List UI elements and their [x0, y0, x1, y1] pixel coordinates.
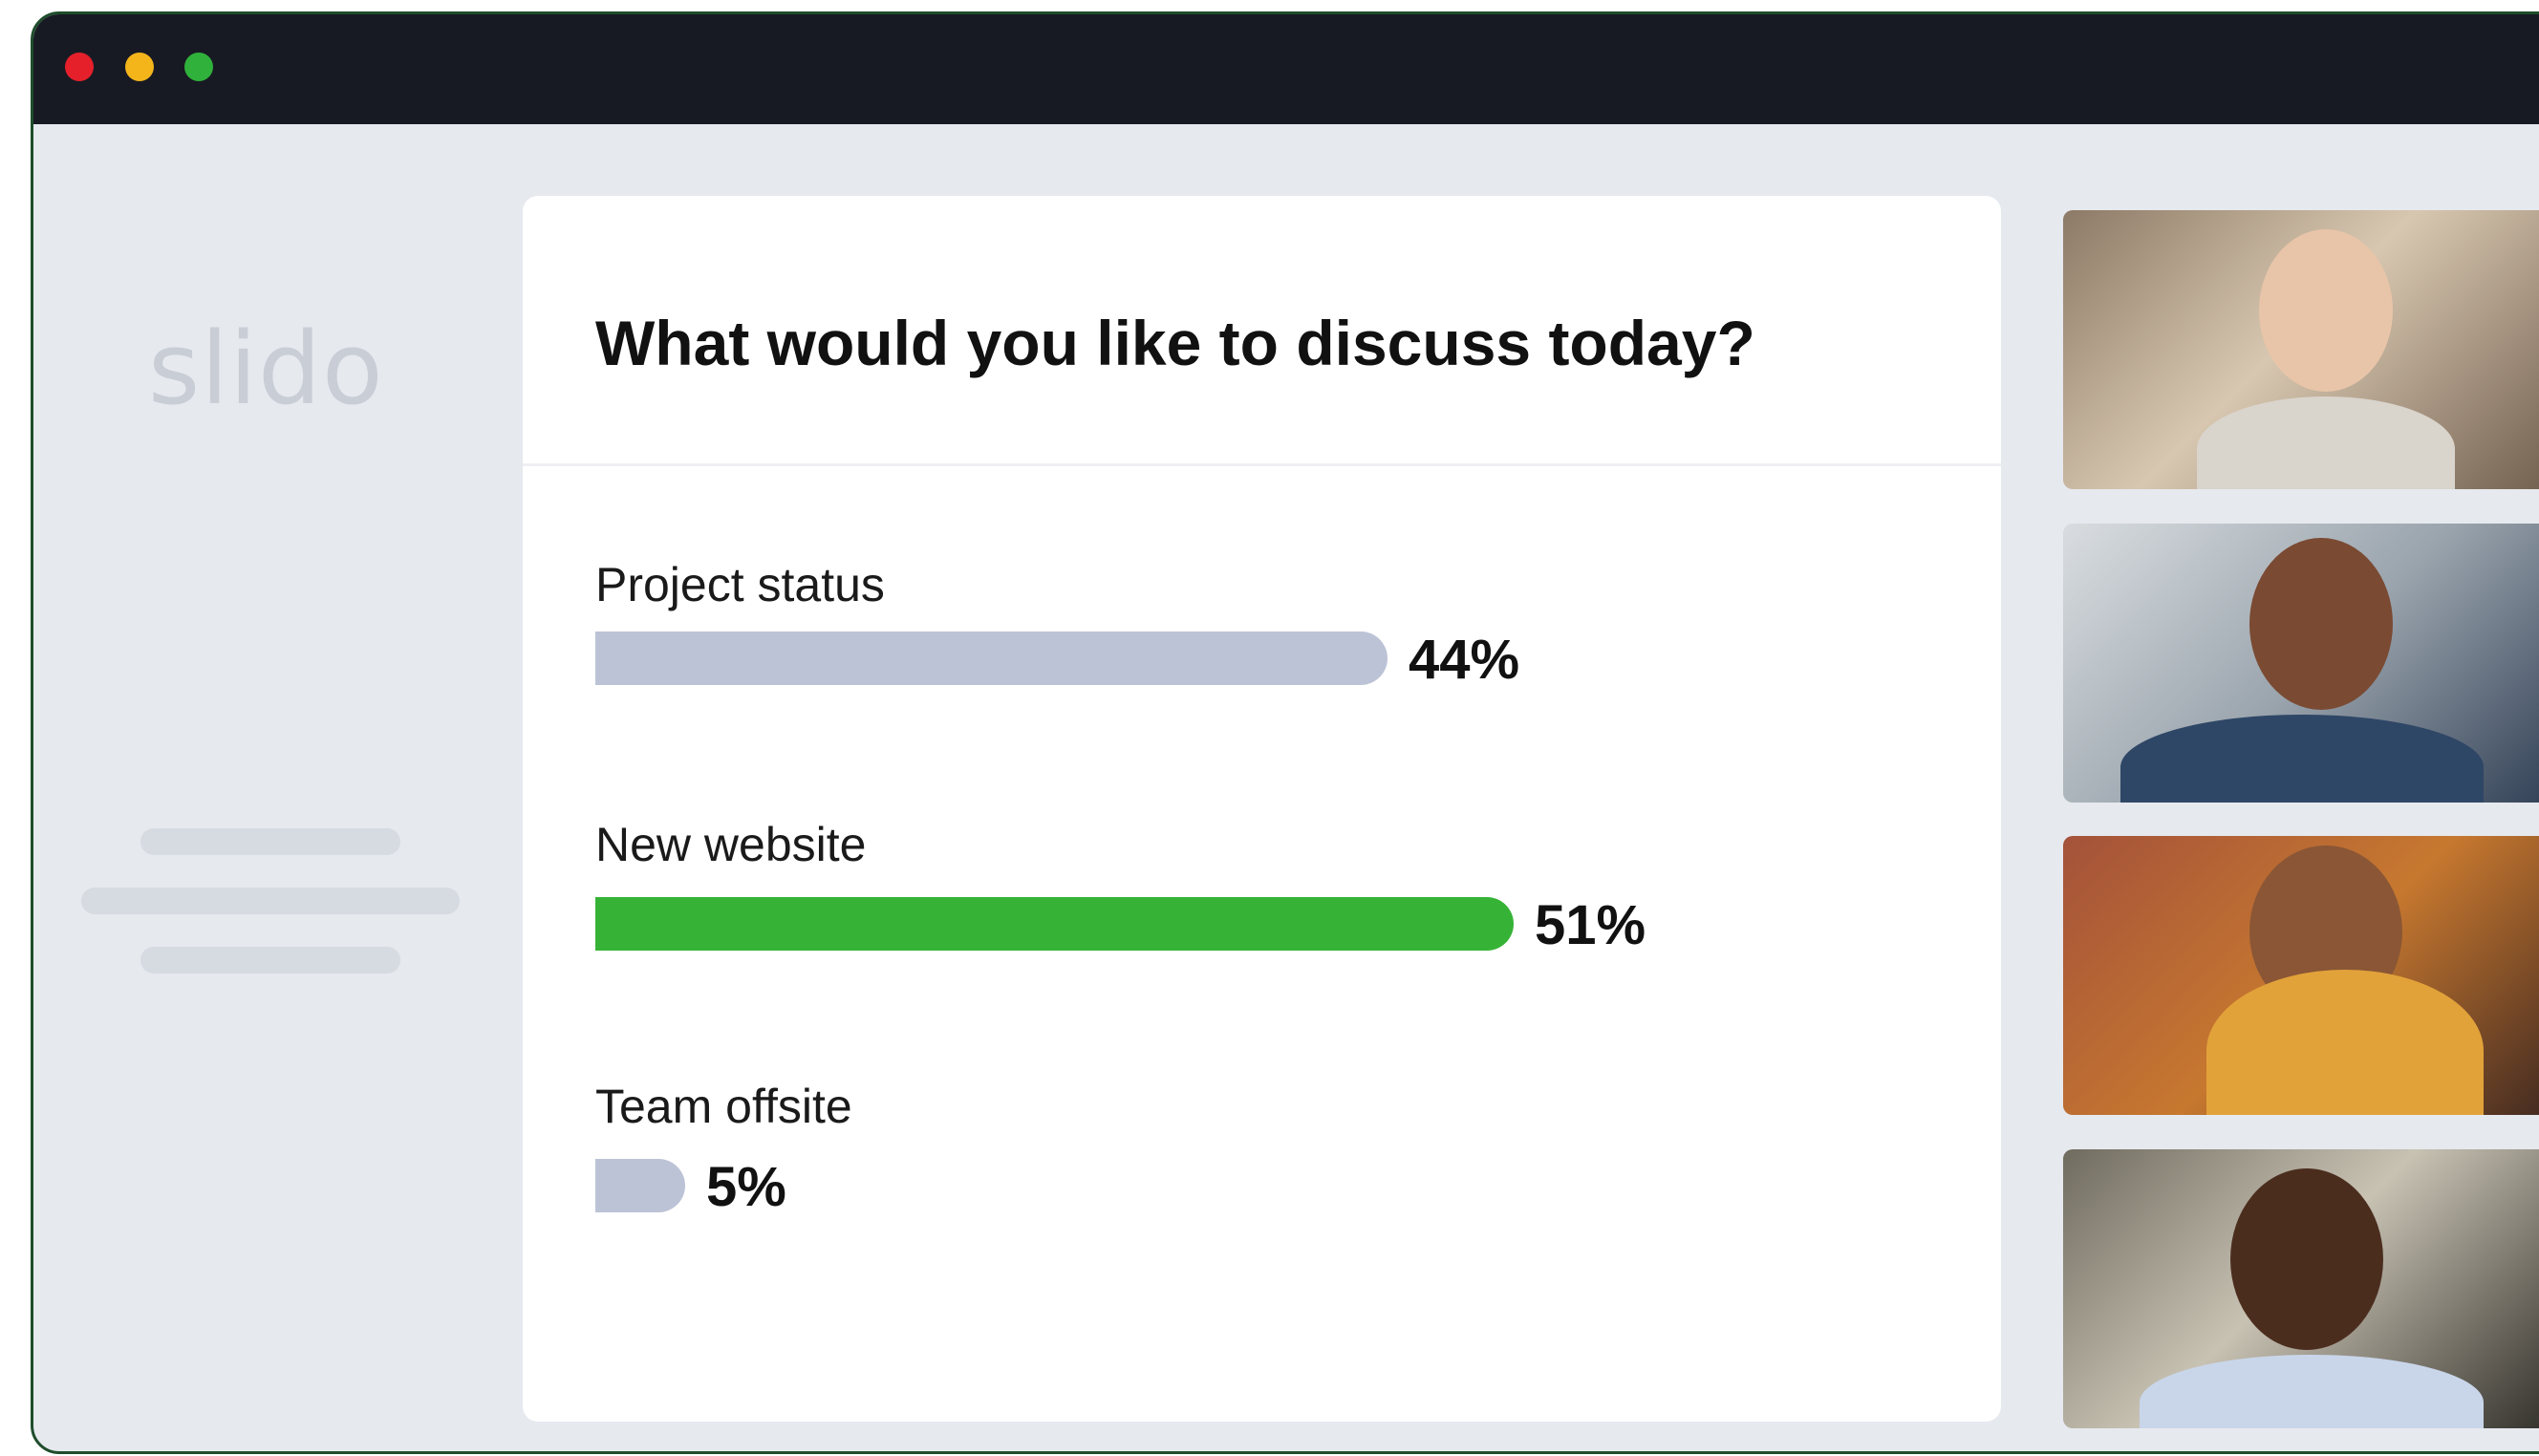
- poll-header: What would you like to discuss today?: [523, 196, 2001, 466]
- poll-option-label: New website: [595, 818, 867, 871]
- close-window-button[interactable]: [65, 53, 94, 81]
- participant-video-icon: [2249, 538, 2393, 710]
- poll-option-label: Team offsite: [595, 1080, 852, 1133]
- poll-result-percent: 5%: [706, 1156, 786, 1218]
- poll-question: What would you like to discuss today?: [595, 308, 1755, 378]
- poll-result-bar: [595, 1159, 685, 1212]
- poll-option-new-website[interactable]: New website 51%: [595, 817, 1646, 956]
- sidebar-placeholder-line: [140, 947, 400, 974]
- poll-result-row: 51%: [595, 894, 1933, 956]
- poll-option-label: Project status: [595, 558, 885, 611]
- poll-result-row: 5%: [595, 1156, 1933, 1218]
- participant-video-tile[interactable]: [2063, 836, 2539, 1115]
- slido-logo: slido: [148, 310, 384, 427]
- poll-result-bar: [595, 897, 1514, 951]
- poll-card: What would you like to discuss today? Pr…: [523, 196, 2001, 1422]
- title-bar: [33, 14, 2539, 124]
- sidebar-placeholder-line: [140, 828, 400, 855]
- minimize-window-button[interactable]: [125, 53, 154, 81]
- participant-video-tile[interactable]: [2063, 524, 2539, 803]
- poll-result-percent: 44%: [1409, 629, 1520, 691]
- app-window: slido What would you like to discuss tod…: [31, 11, 2539, 1454]
- sidebar-placeholder-line: [81, 888, 460, 914]
- participant-video-tile[interactable]: [2063, 1149, 2539, 1428]
- participant-video-tile[interactable]: [2063, 210, 2539, 489]
- participant-video-icon: [2259, 229, 2393, 392]
- poll-result-bar: [595, 632, 1388, 685]
- poll-result-percent: 51%: [1535, 894, 1646, 956]
- poll-result-row: 44%: [595, 629, 1933, 691]
- poll-option-project-status[interactable]: Project status 44%: [595, 557, 1519, 691]
- participant-video-icon: [2230, 1168, 2383, 1350]
- poll-option-team-offsite[interactable]: Team offsite 5%: [595, 1079, 852, 1218]
- maximize-window-button[interactable]: [184, 53, 213, 81]
